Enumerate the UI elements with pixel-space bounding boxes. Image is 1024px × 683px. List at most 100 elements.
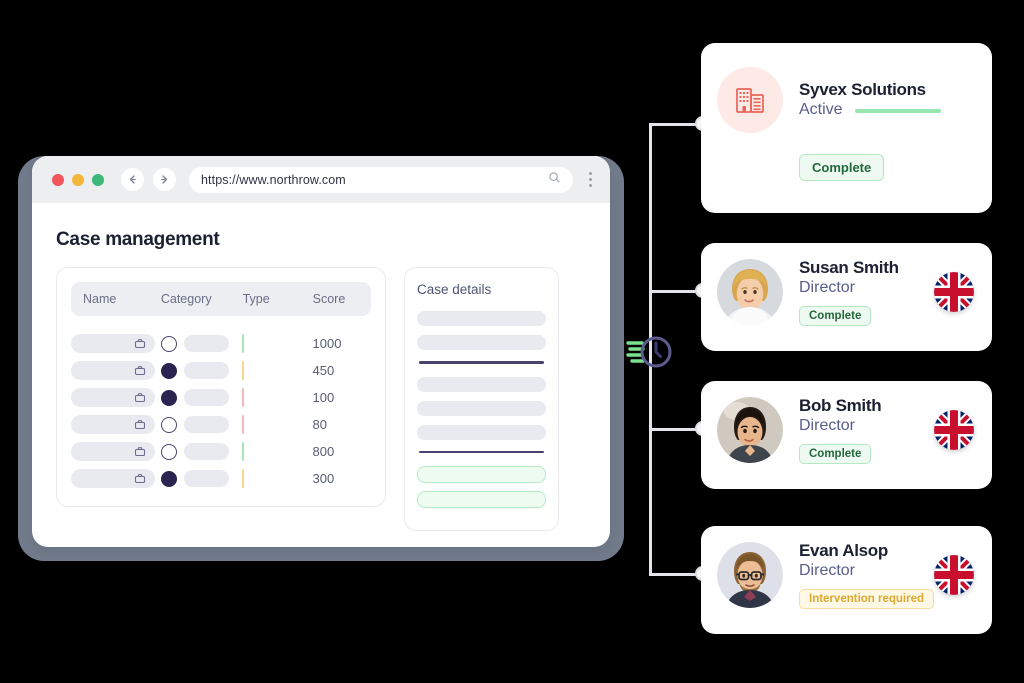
table-row[interactable]: 800 (71, 438, 371, 465)
cell-type (242, 333, 312, 353)
case-details-panel: Case details (404, 267, 559, 531)
uk-flag-icon (934, 271, 974, 312)
cell-category (160, 389, 243, 406)
table-body: 1000 450 100 80 800 300 (71, 330, 371, 492)
page-title: Case management (56, 229, 220, 250)
forward-button[interactable] (153, 168, 176, 191)
table-header-type: Type (242, 292, 270, 306)
briefcase-icon (134, 392, 146, 402)
status-badge: Complete (799, 154, 885, 181)
table-header-score: Score (312, 292, 346, 306)
cell-score: 80 (312, 417, 328, 432)
status-progress-bar (854, 108, 941, 113)
uk-flag-icon (934, 409, 974, 450)
name-placeholder (71, 442, 155, 461)
detail-skeleton-line (417, 400, 546, 416)
uk-flag-icon (934, 554, 974, 595)
cell-score: 100 (312, 390, 335, 405)
name-placeholder (71, 361, 155, 380)
entity-card-person[interactable]: Susan Smith Director Complete (701, 243, 992, 351)
cell-type (242, 414, 312, 434)
name-placeholder (71, 415, 155, 434)
category-placeholder (183, 416, 229, 433)
cell-category (160, 443, 243, 460)
status-badge: Intervention required (799, 589, 935, 610)
table-row[interactable]: 100 (71, 384, 371, 411)
table-row[interactable]: 1000 (71, 330, 371, 357)
cell-name (71, 388, 161, 407)
cell-category (160, 362, 243, 379)
cell-name (71, 415, 161, 434)
category-placeholder (183, 470, 229, 487)
table-row[interactable]: 300 (71, 465, 371, 492)
status-badge: Complete (799, 444, 872, 465)
briefcase-icon (134, 419, 146, 429)
type-pill (242, 360, 245, 380)
category-placeholder (183, 443, 229, 460)
status-badge: Complete (799, 306, 872, 327)
cell-category (160, 416, 243, 433)
cell-type (242, 387, 312, 407)
card-title: Syvex Solutions (799, 79, 926, 99)
cell-name (71, 469, 161, 488)
detail-skeleton-line (417, 424, 546, 440)
detail-skeleton-line (417, 335, 546, 350)
cell-score: 300 (312, 471, 335, 486)
minimize-window-button[interactable] (72, 173, 84, 186)
name-placeholder (71, 334, 155, 353)
kebab-menu-icon[interactable] (582, 172, 598, 187)
cell-name (71, 442, 161, 461)
case-table: Name Category Type Score 1000 450 100 80 800… (56, 267, 386, 507)
cell-type (242, 441, 312, 461)
detail-skeleton-line (417, 376, 546, 392)
category-indicator (160, 335, 177, 352)
category-indicator (160, 362, 177, 379)
table-row[interactable]: 80 (71, 411, 371, 438)
category-placeholder (183, 389, 229, 406)
category-indicator (160, 389, 177, 406)
table-row[interactable]: 450 (71, 357, 371, 384)
entity-card-company[interactable]: Syvex Solutions Active Complete (701, 43, 992, 213)
category-placeholder (183, 335, 229, 352)
case-details-title: Case details (417, 282, 492, 297)
cell-name (71, 361, 161, 380)
maximize-window-button[interactable] (92, 173, 104, 186)
browser-chrome: https://www.northrow.com (32, 156, 610, 203)
cell-score: 1000 (312, 336, 342, 351)
briefcase-icon (134, 365, 146, 375)
entity-card-person[interactable]: Bob Smith Director Complete (701, 381, 992, 489)
browser-content: Case management Name Category Type Score… (32, 203, 610, 547)
card-subtitle: Active (799, 101, 843, 119)
browser-window: https://www.northrow.com Case management… (32, 156, 610, 547)
cell-score: 450 (312, 363, 335, 378)
detail-green-pill (417, 466, 546, 483)
name-placeholder (71, 469, 155, 488)
address-bar[interactable]: https://www.northrow.com (189, 166, 573, 193)
category-indicator (160, 443, 177, 460)
table-header-category: Category (160, 292, 212, 306)
office-building-icon (717, 67, 783, 133)
back-button[interactable] (121, 168, 144, 191)
entity-card-person[interactable]: Evan Alsop Director Intervention require… (701, 526, 992, 634)
briefcase-icon (134, 473, 146, 483)
category-indicator (160, 416, 177, 433)
detail-divider (419, 450, 544, 453)
briefcase-icon (134, 338, 146, 348)
type-pill (242, 333, 245, 353)
name-placeholder (71, 388, 155, 407)
type-pill (242, 387, 245, 407)
avatar (717, 396, 783, 463)
table-header-name: Name (83, 292, 117, 306)
search-icon[interactable] (548, 171, 561, 189)
avatar (717, 258, 783, 325)
avatar (717, 541, 783, 608)
detail-divider (419, 361, 544, 364)
cell-type (242, 360, 312, 380)
category-indicator (160, 470, 177, 487)
close-window-button[interactable] (52, 173, 64, 186)
cell-score: 800 (312, 444, 335, 459)
cell-category (160, 470, 243, 487)
cell-name (71, 334, 161, 353)
detail-skeleton-line (417, 311, 546, 326)
type-pill (242, 441, 245, 461)
